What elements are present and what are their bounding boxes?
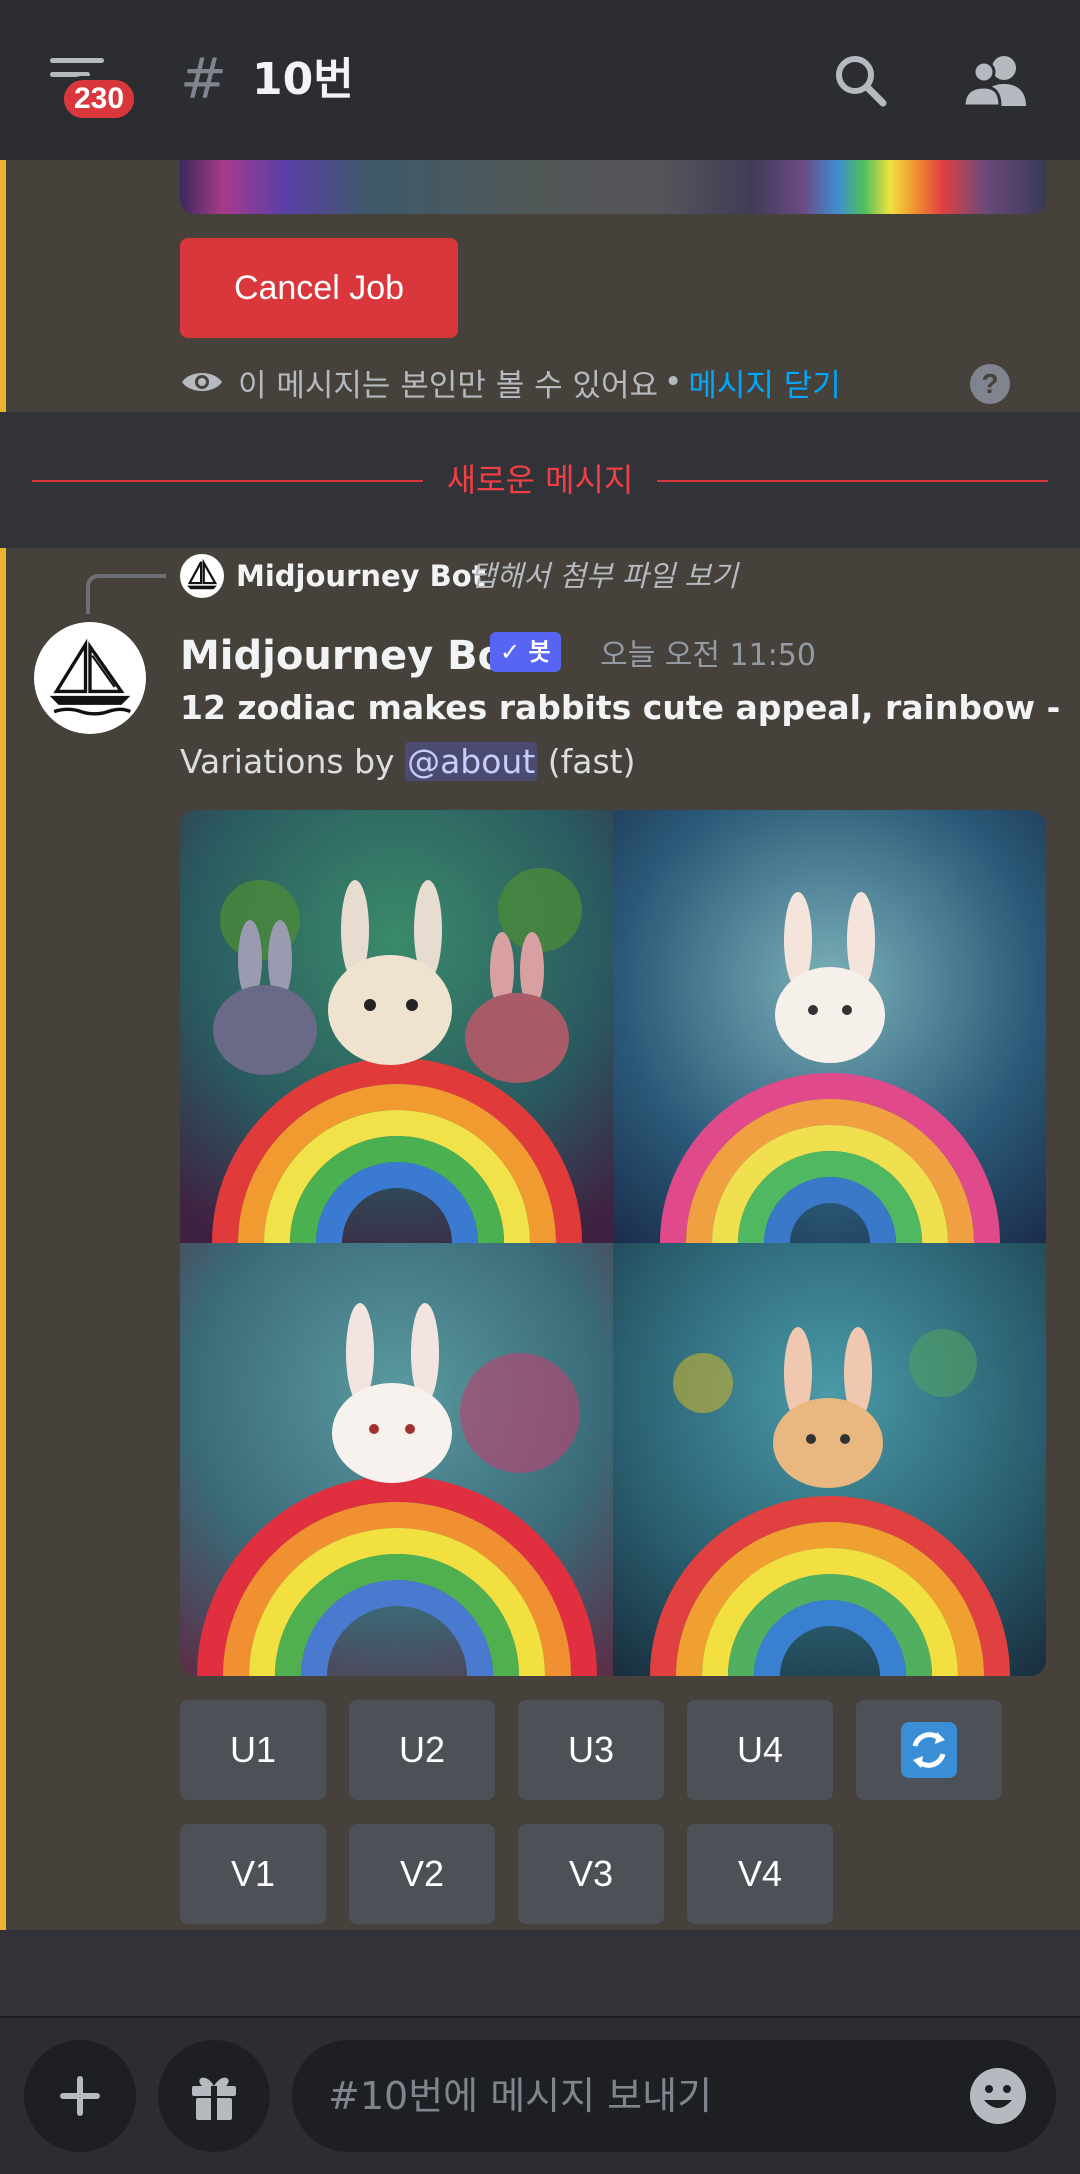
message-composer: [0, 2016, 1080, 2174]
grid-image-4[interactable]: [613, 1243, 1046, 1676]
search-icon[interactable]: [832, 52, 888, 108]
channel-hash-icon: #: [180, 47, 227, 112]
ephemeral-note: 이 메시지는 본인만 볼 수 있어요 • 메시지 닫기: [180, 360, 841, 404]
dismiss-message-link[interactable]: 메시지 닫기: [688, 360, 840, 405]
upscale-button-3[interactable]: U3: [518, 1700, 664, 1800]
rabbit-image: [613, 1243, 1046, 1676]
variations-prefix: Variations by: [180, 742, 406, 781]
variation-button-4[interactable]: V4: [687, 1824, 833, 1924]
variation-button-3[interactable]: V3: [518, 1824, 664, 1924]
message-input-wrapper: [292, 2040, 1056, 2152]
message-author[interactable]: Midjourney Bot: [180, 628, 524, 684]
reroll-button[interactable]: [856, 1700, 1002, 1800]
bot-message: Midjourney Bot 탭해서 첨부 파일 보기 Midjourney B…: [0, 548, 1080, 1930]
sailboat-icon: [49, 638, 132, 716]
refresh-icon: [901, 1722, 957, 1778]
new-messages-divider: 새로운 메시지: [32, 460, 1048, 500]
upscale-button-4[interactable]: U4: [687, 1700, 833, 1800]
plus-icon: [60, 2076, 100, 2116]
gift-icon: [192, 2077, 236, 2120]
channel-header: 230 # 10번: [0, 0, 1080, 160]
channel-title[interactable]: 10번: [252, 52, 354, 108]
prompt-text: 12 zodiac makes rabbits cute appeal, rai…: [180, 688, 1061, 727]
emoji-icon[interactable]: [968, 2066, 1028, 2126]
grid-image-1[interactable]: [180, 810, 613, 1243]
variation-button-2[interactable]: V2: [349, 1824, 495, 1924]
gift-button[interactable]: [158, 2040, 270, 2152]
reply-attachment-link[interactable]: 탭해서 첨부 파일 보기: [470, 554, 738, 598]
grid-image-2[interactable]: [613, 810, 1046, 1243]
sailboat-icon: [187, 558, 218, 590]
upscale-button-1[interactable]: U1: [180, 1700, 326, 1800]
message-timestamp: 오늘 오전 11:50: [600, 638, 816, 673]
rabbit-image: [613, 810, 1046, 1243]
image-grid[interactable]: [180, 810, 1046, 1676]
eye-icon: [182, 373, 222, 391]
help-icon[interactable]: ?: [970, 364, 1010, 404]
divider-label-wrap: 새로운 메시지: [32, 460, 1048, 500]
rabbit-image: [180, 1243, 613, 1676]
upscale-button-2[interactable]: U2: [349, 1700, 495, 1800]
members-icon[interactable]: [964, 52, 1028, 108]
bot-tag: ✓ 봇: [490, 632, 561, 672]
variations-line: Variations by @about (fast): [180, 738, 636, 786]
progress-image-preview[interactable]: [180, 160, 1046, 214]
grid-image-3[interactable]: [180, 1243, 613, 1676]
reply-spine: [86, 574, 166, 614]
variation-button-1[interactable]: V1: [180, 1824, 326, 1924]
divider-label: 새로운 메시지: [422, 461, 658, 499]
ephemeral-message: Cancel Job 이 메시지는 본인만 볼 수 있어요 • 메시지 닫기 ?: [0, 160, 1080, 412]
message-input[interactable]: [328, 2040, 928, 2152]
cancel-job-button[interactable]: Cancel Job: [180, 238, 458, 338]
highlight-bar: [0, 160, 6, 412]
reply-author[interactable]: Midjourney Bot: [236, 554, 486, 598]
user-mention[interactable]: @about: [405, 742, 538, 781]
menu-icon: [50, 58, 104, 63]
rabbit-image: [180, 810, 613, 1243]
highlight-bar: [0, 548, 6, 1930]
separator-dot: •: [664, 364, 683, 400]
avatar[interactable]: [34, 622, 146, 734]
speed-label: (fast): [537, 742, 636, 781]
unread-badge: 230: [60, 76, 139, 122]
add-attachment-button[interactable]: [24, 2040, 136, 2152]
reply-avatar: [180, 554, 224, 598]
visibility-text: 이 메시지는 본인만 볼 수 있어요: [238, 367, 659, 404]
